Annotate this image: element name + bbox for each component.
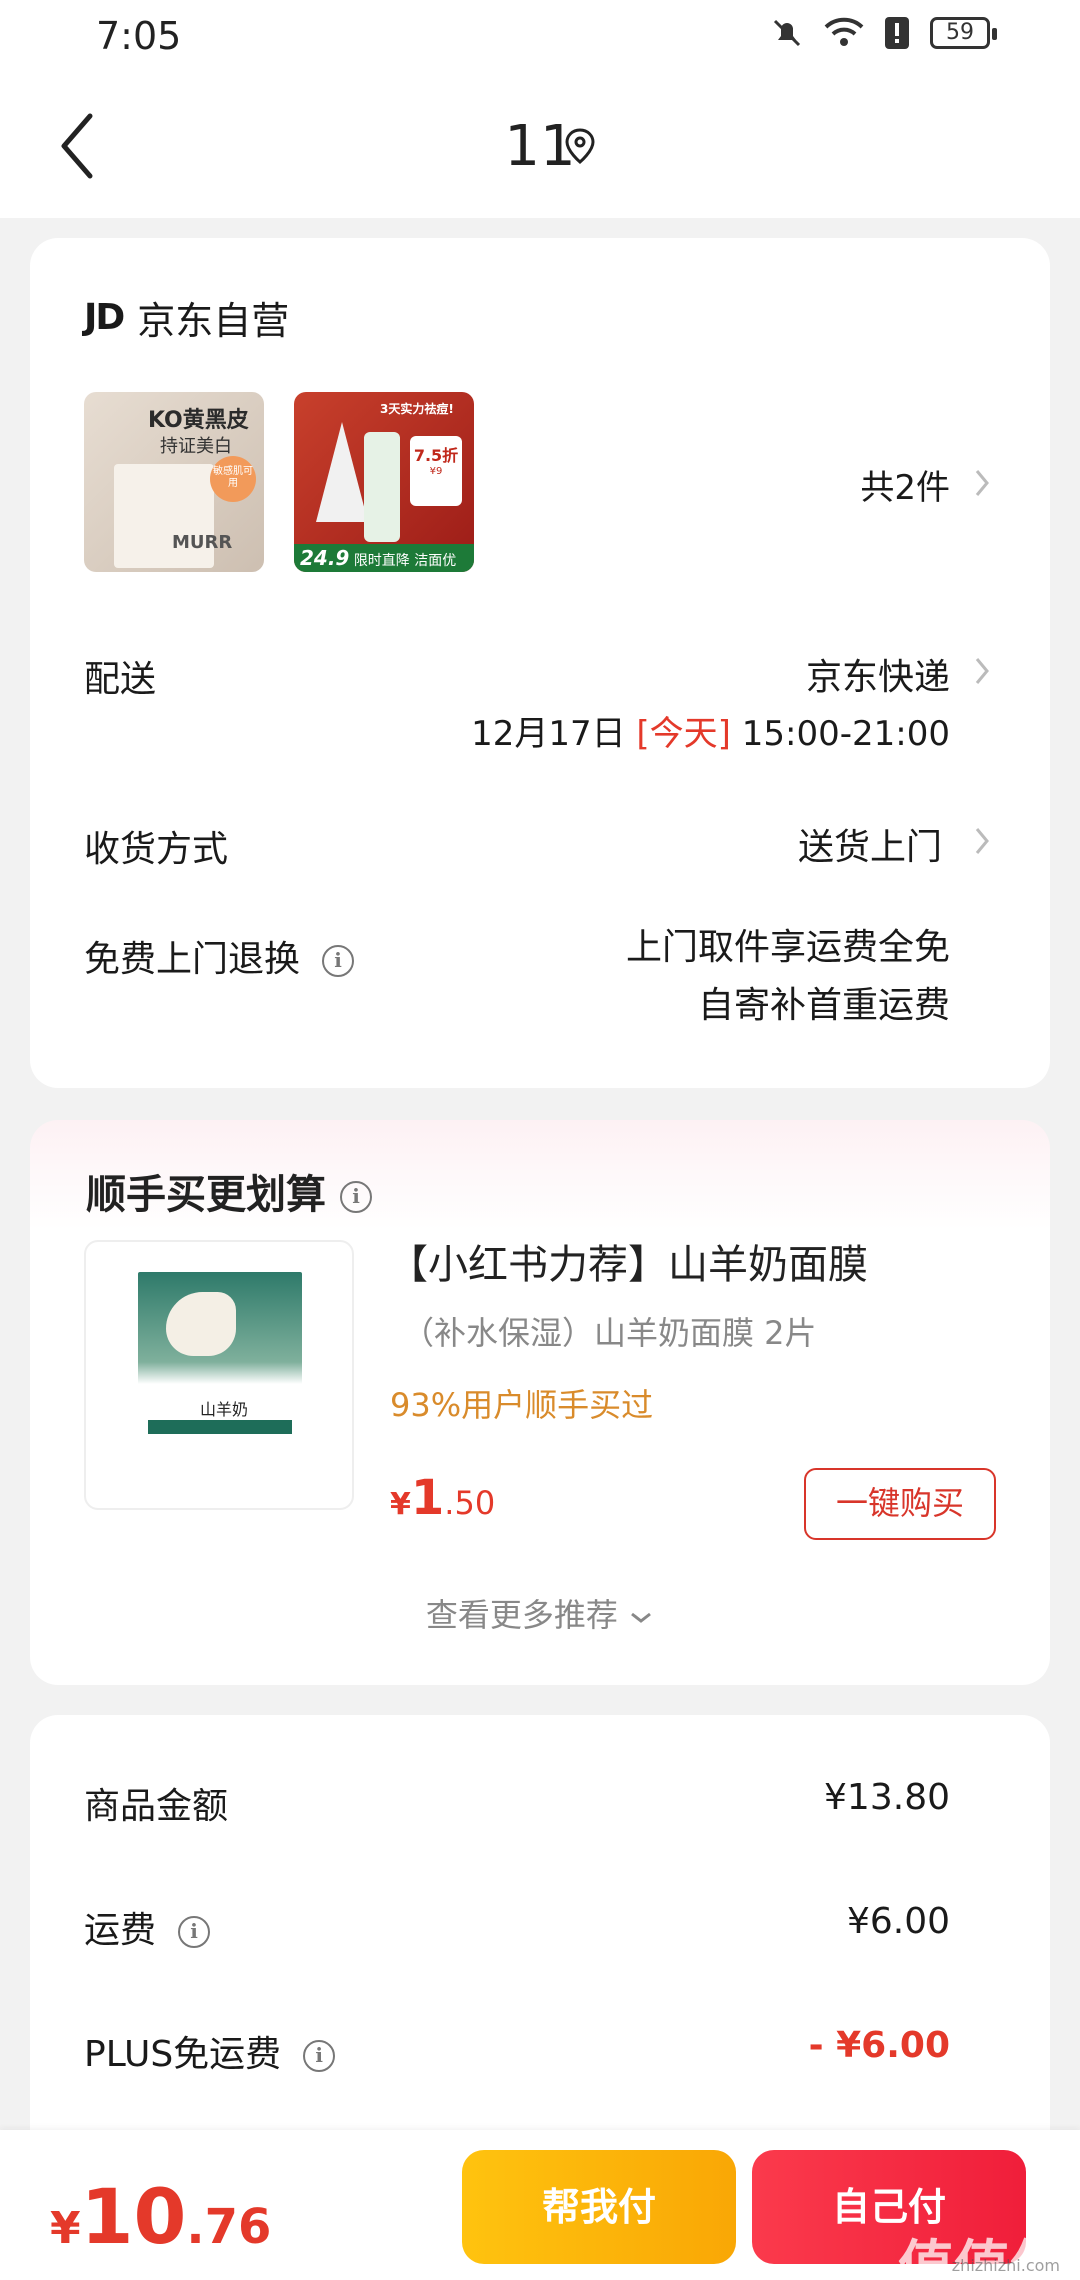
product-title[interactable]: 【小红书力荐】山羊奶面膜 (388, 1232, 868, 1290)
package-bar (148, 1420, 292, 1434)
return-line1: 上门取件享运费全免 (625, 927, 950, 968)
recommend-title: 顺手买更划算 i (86, 1162, 372, 1220)
delivery-label: 配送 (84, 659, 157, 700)
product-thumbnail[interactable]: 3天实力祛痘! 7.5折¥9 24.9 限时直降 洁面优选! (294, 392, 474, 572)
return-row: 免费上门退换 i (84, 930, 355, 982)
page-header: 11 (0, 76, 1080, 218)
shop-name: 京东自营 (137, 299, 290, 343)
mask-package: 山羊奶 (138, 1272, 302, 1486)
wifi-icon (824, 17, 864, 46)
subtotal-label: 商品金额 (84, 1786, 229, 1827)
plus-label: PLUS免运费 (84, 2034, 282, 2075)
package-label: 山羊奶 (200, 1400, 249, 1419)
tree-graphic (316, 422, 368, 522)
product-subtitle: （补水保湿）山羊奶面膜 2片 (402, 1314, 817, 1352)
today-tag: [今天] (636, 714, 731, 754)
info-icon[interactable]: i (178, 1916, 211, 1948)
shipping-label: 运费 (84, 1910, 157, 1951)
total-price: ¥10.76 (50, 2172, 272, 2261)
alert-sim-icon (885, 17, 909, 49)
watermark-url: zhizhizhi.com (951, 2256, 1060, 2275)
order-card: JD 京东自营 KO黄黑皮 持证美白 敏感肌可用 MURR 3天实力祛痘! 7.… (30, 238, 1050, 1088)
chevron-right-icon[interactable] (974, 826, 990, 856)
shop-header: JD 京东自营 (84, 290, 289, 345)
chevron-down-icon (631, 1612, 652, 1623)
delivery-time[interactable]: 12月17日 [今天] 15:00-21:00 (471, 706, 950, 755)
chevron-right-icon[interactable] (974, 468, 990, 498)
help-pay-button[interactable]: 帮我付 (462, 2150, 736, 2264)
battery-icon: 59 (930, 17, 997, 49)
return-label: 免费上门退换 (84, 939, 301, 980)
goat-graphic (166, 1292, 236, 1356)
info-icon[interactable]: i (322, 945, 355, 977)
product-price: ¥1.50 (390, 1470, 496, 1526)
page-title: 11 (504, 114, 576, 179)
product-thumbnail[interactable]: KO黄黑皮 持证美白 敏感肌可用 MURR (84, 392, 264, 572)
chevron-right-icon[interactable] (974, 656, 990, 686)
thumb-subtitle: 持证美白 (160, 436, 232, 457)
thumb-badge: 敏感肌可用 (210, 456, 256, 502)
return-line2: 自寄补首重运费 (697, 985, 950, 1026)
info-icon[interactable]: i (303, 2040, 336, 2072)
shipping-row: 运费 i (84, 1901, 211, 1953)
thumb-headline: KO黄黑皮 (148, 408, 249, 433)
plus-row: PLUS免运费 i (84, 2025, 336, 2077)
status-bar: 7:05 59 (0, 0, 1080, 76)
status-time: 7:05 (96, 14, 182, 58)
thumb-discount-tag: 7.5折 ¥9 (410, 436, 462, 506)
thumb-headline: 3天实力祛痘! (380, 402, 454, 416)
thumb-brand: MURR (172, 532, 233, 553)
product-tube (364, 432, 400, 542)
location-pin-icon[interactable] (560, 126, 600, 166)
receive-method[interactable]: 送货上门 (798, 818, 942, 870)
thumb-promo-bar: 24.9 限时直降 洁面优选! (294, 544, 474, 572)
shipping-value: ¥6.00 (846, 1901, 950, 1942)
jd-logo-icon: JD (84, 297, 125, 338)
item-count[interactable]: 共2件 (860, 460, 950, 509)
product-image[interactable]: 山羊奶 (84, 1240, 354, 1510)
subtotal-value: ¥13.80 (824, 1777, 950, 1818)
mute-bell-icon (773, 19, 801, 47)
recommend-card: 顺手买更划算 i 山羊奶 【小红书力荐】山羊奶面膜 （补水保湿）山羊奶面膜 2片 … (30, 1120, 1050, 1685)
more-recommendations-link[interactable]: 查看更多推荐 (30, 1590, 1050, 1636)
status-icons: 59 (770, 16, 997, 50)
info-icon[interactable]: i (340, 1181, 372, 1213)
delivery-carrier[interactable]: 京东快递 (806, 648, 950, 700)
plus-discount-value: - ¥6.00 (808, 2025, 950, 2066)
one-click-buy-button[interactable]: 一键购买 (804, 1468, 996, 1540)
buyers-stat: 93%用户顺手买过 (390, 1386, 654, 1424)
receive-label: 收货方式 (84, 829, 229, 870)
